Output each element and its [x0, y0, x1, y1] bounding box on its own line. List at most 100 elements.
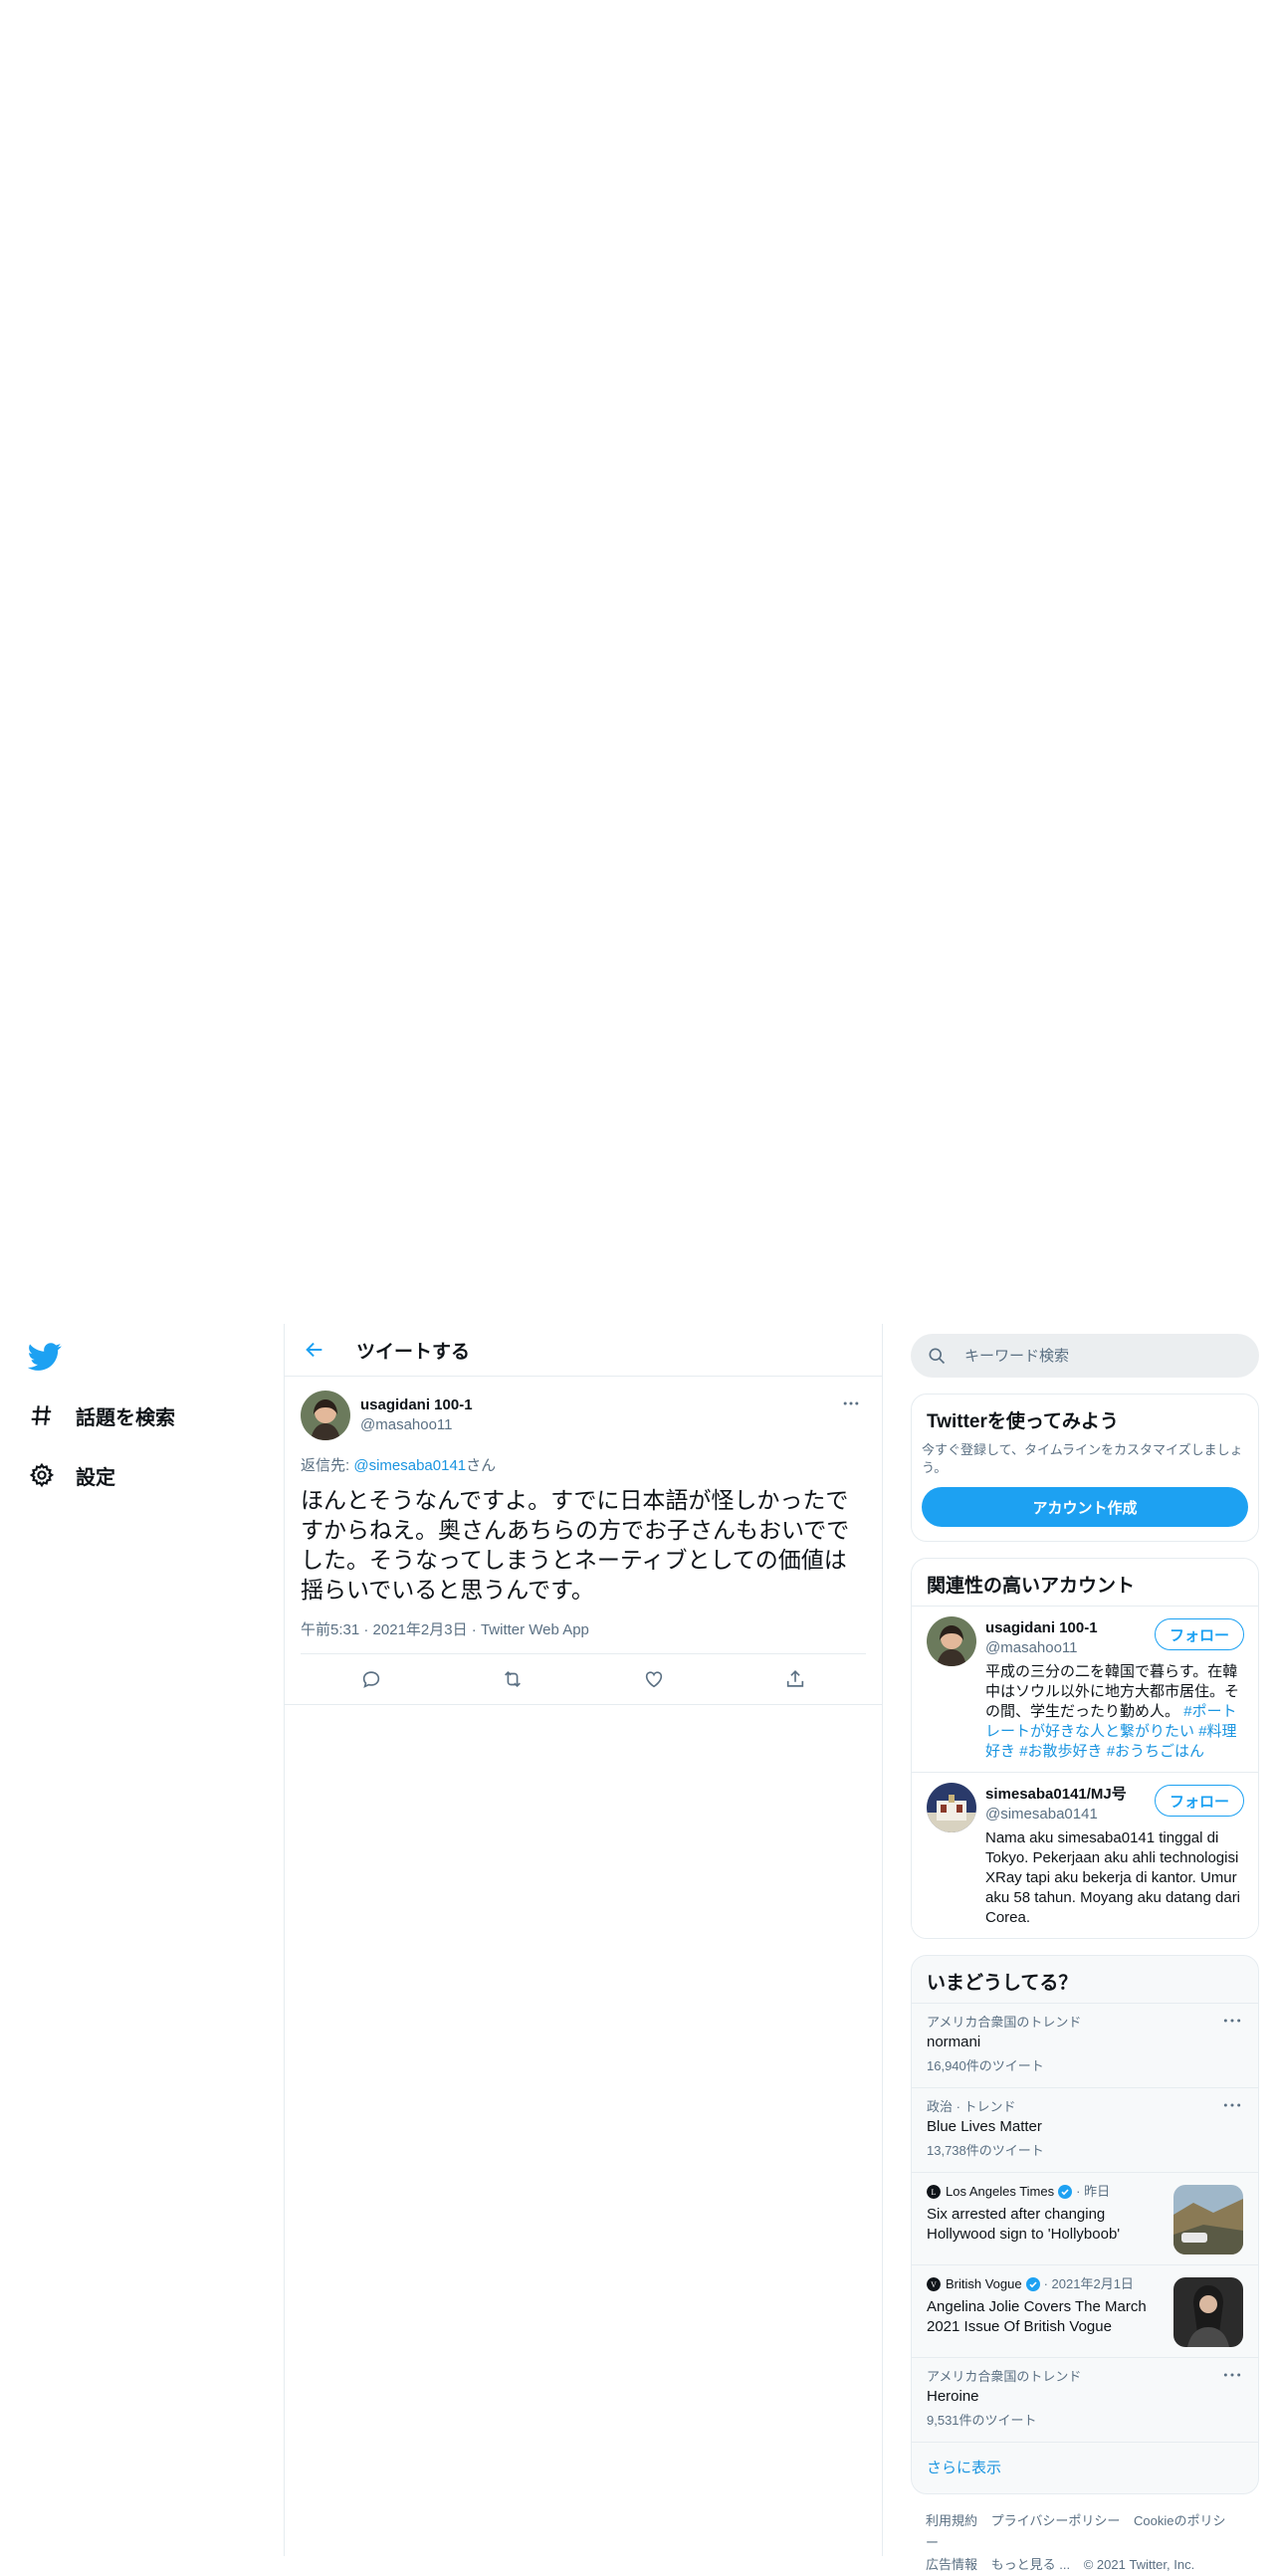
reply-context: 返信先: @simesaba0141さん	[301, 1454, 866, 1475]
reply-suffix: さん	[466, 1457, 497, 1474]
relevant-accounts-title: 関連性の高いアカウント	[927, 1576, 1136, 1597]
trends-card: いまどうしてる？ アメリカ合衆国のトレンド normani 16,940件のツイ…	[911, 1955, 1259, 2494]
hashtag-link[interactable]: #お散歩好き	[1019, 1743, 1102, 1760]
meta-separator: ·	[471, 1621, 477, 1638]
reply-to-link[interactable]: @simesaba0141	[353, 1457, 466, 1474]
footer-link[interactable]: 利用規約	[926, 2513, 977, 2528]
share-button[interactable]	[778, 1662, 812, 1696]
retweet-button[interactable]	[496, 1662, 530, 1696]
more-dots-icon[interactable]	[1220, 2096, 1244, 2114]
follow-button[interactable]: フォロー	[1155, 1785, 1244, 1817]
reply-prefix: 返信先:	[301, 1457, 354, 1474]
more-dots-icon[interactable]	[1220, 2012, 1244, 2030]
news-source: V British Vogue · 2021年2月1日	[927, 2275, 1159, 2293]
news-source: L Los Angeles Times · 昨日	[927, 2183, 1159, 2201]
back-button[interactable]	[297, 1332, 332, 1368]
tweet-date[interactable]: 2021年2月3日	[373, 1621, 468, 1638]
retweet-icon	[505, 1670, 521, 1688]
tweet-header: usagidani 100-1 @masahoo11	[301, 1389, 866, 1442]
avatar[interactable]	[927, 1616, 976, 1666]
tweet-text: ほんとそうなんですよ。すでに日本語が怪しかったですからねえ。奥さんあちらの方でお…	[301, 1487, 850, 1603]
share-icon	[786, 1670, 804, 1687]
more-dots-icon	[843, 1401, 859, 1405]
main-column: ツイートする usagidani 100-1 @masahoo11 返信先: @…	[284, 1324, 883, 2556]
news-headline: Six arrested after changing Hollywood si…	[927, 2206, 1121, 2243]
tweet-meta: 午前5:31 · 2021年2月3日 · Twitter Web App	[301, 1618, 866, 1654]
trend-count: 9,531件のツイート	[927, 2413, 1037, 2428]
reply-button[interactable]	[354, 1662, 388, 1696]
copyright: © 2021 Twitter, Inc.	[1083, 2557, 1195, 2572]
left-nav: 話題を検索 設定	[0, 1324, 284, 2556]
search-input[interactable]	[962, 1346, 1225, 1366]
page-title: ツイートする	[356, 1341, 471, 1363]
reply-icon	[362, 1671, 380, 1688]
british-vogue-logo-icon: V	[927, 2277, 941, 2291]
display-name[interactable]: usagidani 100-1	[360, 1395, 473, 1415]
tweet-source[interactable]: Twitter Web App	[481, 1621, 589, 1638]
tweet-actions	[301, 1654, 866, 1704]
account-bio: 平成の三分の二を韓国で暮らす。在韓中はソウル以外に地方大都市居住。その間、学生だ…	[985, 1662, 1243, 1762]
tweet: usagidani 100-1 @masahoo11 返信先: @simesab…	[285, 1377, 882, 1705]
avatar[interactable]	[301, 1391, 350, 1440]
nav-item-label: 設定	[76, 1466, 115, 1489]
main-header: ツイートする	[285, 1324, 882, 1377]
handle[interactable]: @masahoo11	[360, 1415, 473, 1435]
account-bio: Nama aku simesaba0141 tinggal di Tokyo. …	[985, 1829, 1241, 1926]
account-item[interactable]: simesaba0141/MJ号 @simesaba0141 フォロー Nama…	[912, 1772, 1258, 1938]
verified-badge-icon	[1058, 2185, 1073, 2199]
nav-item-settings[interactable]: 設定	[28, 1455, 115, 1495]
footer-link[interactable]: もっと見る ...	[991, 2557, 1070, 2572]
tweet-time[interactable]: 午前5:31	[301, 1621, 359, 1638]
signup-title: Twitterを使ってみよう	[927, 1411, 1119, 1432]
news-thumbnail	[1173, 2185, 1243, 2254]
verified-badge-icon	[1025, 2277, 1040, 2291]
trend-name: Blue Lives Matter	[927, 2118, 1042, 2135]
news-item[interactable]: V British Vogue · 2021年2月1日 Angelina Jol…	[912, 2264, 1258, 2357]
nav-item-explore[interactable]: 話題を検索	[28, 1395, 175, 1435]
trend-count: 16,940件のツイート	[927, 2058, 1044, 2073]
more-options-button[interactable]	[836, 1389, 866, 1418]
news-time: · 昨日	[1076, 2184, 1111, 2199]
heart-icon	[645, 1671, 663, 1688]
news-source-name: Los Angeles Times	[946, 2184, 1055, 2199]
arrow-left-icon	[306, 1342, 322, 1358]
trend-context: 政治 · トレンド	[927, 2099, 1016, 2114]
avatar[interactable]	[927, 1783, 976, 1832]
news-source-name: British Vogue	[946, 2276, 1022, 2291]
twitter-bird-logo-icon[interactable]	[27, 1340, 62, 1374]
footer: 利用規約 プライバシーポリシー Cookieのポリシー 広告情報 もっと見る .…	[911, 2494, 1259, 2576]
trend-item[interactable]: アメリカ合衆国のトレンド Heroine 9,531件のツイート	[912, 2357, 1258, 2442]
follow-button[interactable]: フォロー	[1155, 1618, 1244, 1650]
trend-name: normani	[927, 2034, 981, 2050]
trend-context: アメリカ合衆国のトレンド	[927, 2369, 1082, 2384]
svg-text:V: V	[931, 2280, 937, 2289]
search-icon	[929, 1348, 946, 1365]
news-thumbnail	[1173, 2277, 1243, 2347]
tweet-author[interactable]: usagidani 100-1 @masahoo11	[360, 1395, 473, 1435]
search-box[interactable]	[911, 1334, 1259, 1378]
svg-text:L: L	[932, 2188, 937, 2197]
trend-count: 13,738件のツイート	[927, 2143, 1044, 2158]
meta-separator: ·	[363, 1621, 369, 1638]
los-angeles-times-logo-icon: L	[927, 2185, 941, 2199]
trend-item[interactable]: 政治 · トレンド Blue Lives Matter 13,738件のツイート	[912, 2087, 1258, 2172]
signup-card: Twitterを使ってみよう 今すぐ登録して、タイムラインをカスタマイズしましょ…	[911, 1394, 1259, 1542]
trend-item[interactable]: アメリカ合衆国のトレンド normani 16,940件のツイート	[912, 2003, 1258, 2087]
gear-icon	[28, 1461, 56, 1489]
trend-name: Heroine	[927, 2388, 979, 2405]
like-button[interactable]	[637, 1662, 671, 1696]
footer-link[interactable]: プライバシーポリシー	[991, 2513, 1121, 2528]
create-account-button[interactable]: アカウント作成	[922, 1487, 1248, 1527]
news-time: · 2021年2月1日	[1043, 2276, 1134, 2291]
hashtag-link[interactable]: #おうちごはん	[1107, 1743, 1204, 1760]
relevant-accounts-card: 関連性の高いアカウント usagidani 100-1 @masahoo11 フ…	[911, 1558, 1259, 1939]
trends-title: いまどうしてる？	[927, 1973, 1078, 1994]
news-headline: Angelina Jolie Covers The March 2021 Iss…	[927, 2298, 1147, 2335]
more-dots-icon[interactable]	[1220, 2366, 1244, 2384]
footer-link[interactable]: 広告情報	[926, 2557, 977, 2572]
nav-item-label: 話題を検索	[76, 1406, 175, 1429]
app: 話題を検索 設定 ツイートする usagidani 100-1 @masahoo…	[0, 1324, 1278, 2572]
account-item[interactable]: usagidani 100-1 @masahoo11 フォロー 平成の三分の二を…	[912, 1606, 1258, 1772]
show-more-link[interactable]: さらに表示	[912, 2442, 1258, 2493]
news-item[interactable]: L Los Angeles Times · 昨日 Six arrested af…	[912, 2172, 1258, 2264]
